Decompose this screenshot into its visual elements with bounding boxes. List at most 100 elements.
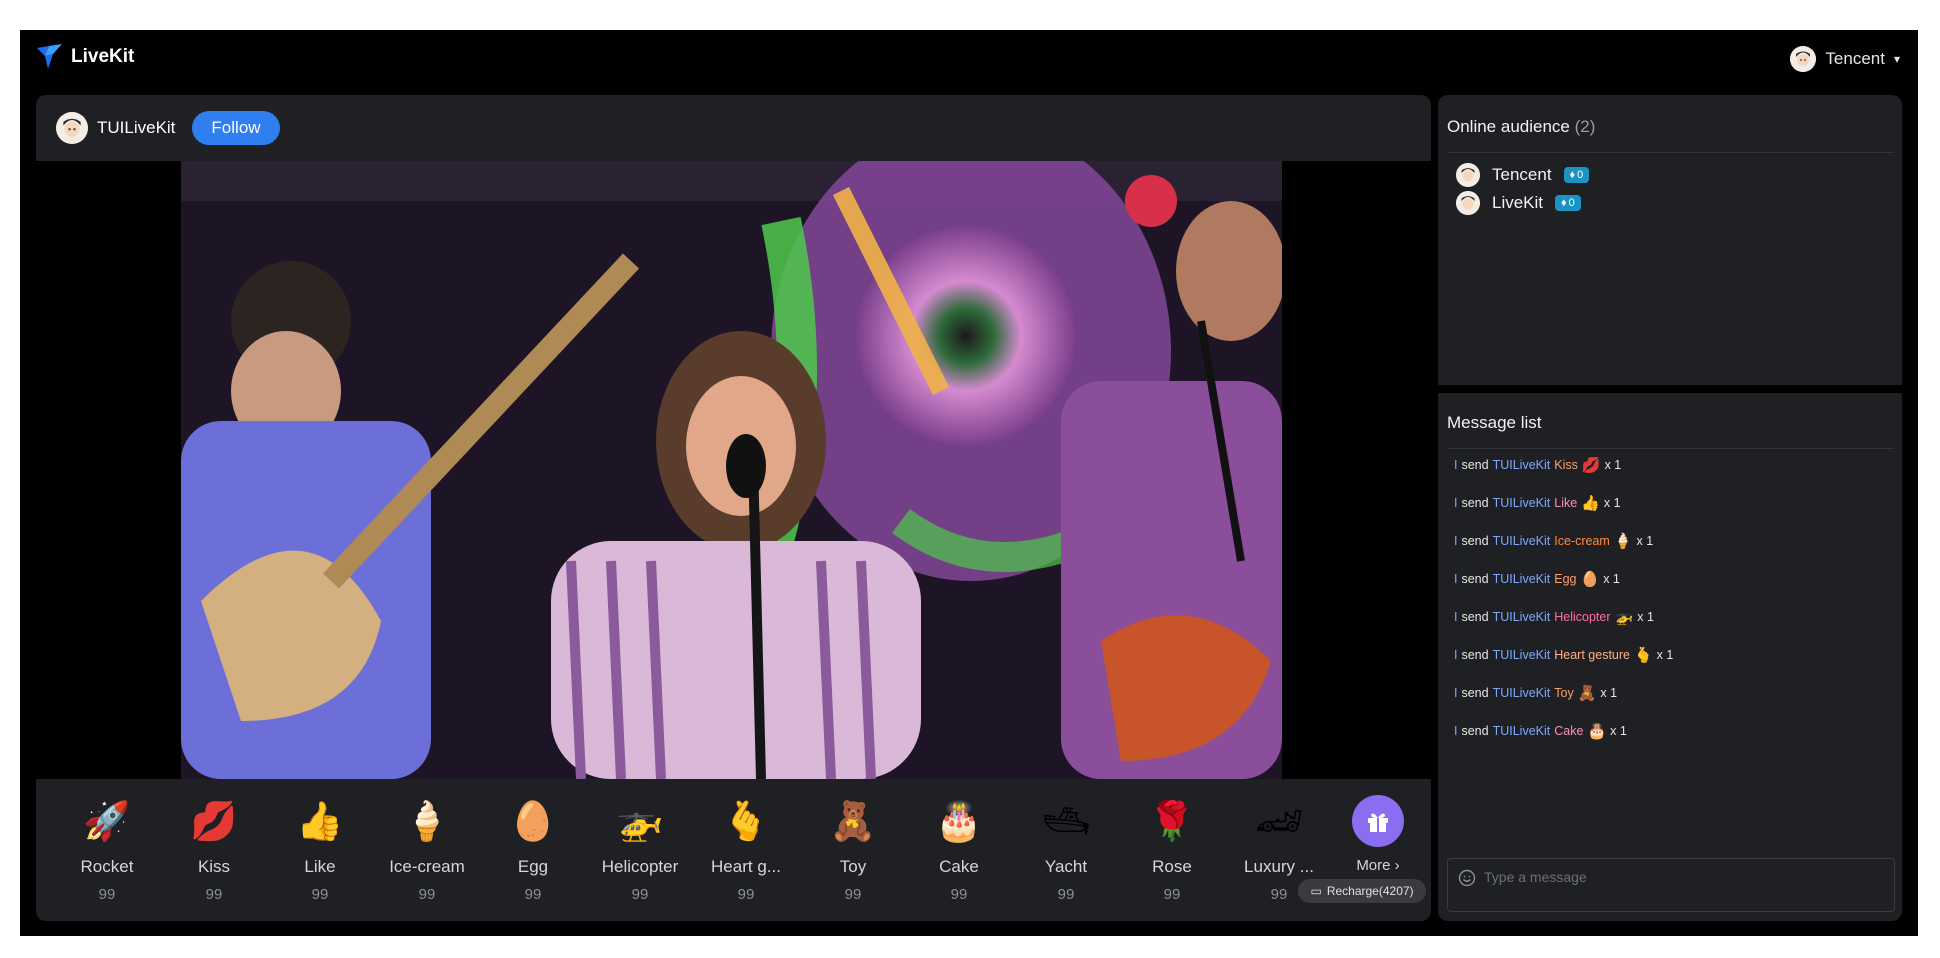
msg-count: x 1 (1603, 572, 1620, 586)
message-item: I send TUILiveKit Kiss 💋 x 1 (1454, 456, 1621, 474)
gift-name: Cake (939, 857, 979, 876)
diamond-icon: ♦ (1569, 169, 1576, 181)
user-name: Tencent (1825, 49, 1885, 68)
audience-count: (2) (1574, 117, 1596, 136)
audience-name: Tencent (1492, 165, 1552, 184)
gift-price: 99 (524, 886, 542, 903)
gift-name: Kiss (197, 857, 231, 876)
audience-title: Online audience (2) (1447, 117, 1595, 137)
gift-item-rose[interactable]: 🌹 Rose 99 (1122, 795, 1222, 903)
msg-recipient: TUILiveKit (1492, 610, 1551, 624)
gift-item-yacht[interactable]: 🛥 Yacht 99 (1016, 795, 1116, 903)
audience-member[interactable]: LiveKit ♦ 0 (1456, 191, 1581, 215)
level-badge: ♦ 0 (1555, 195, 1581, 211)
gift-item-like[interactable]: 👍 Like 99 (270, 795, 370, 903)
online-audience-panel: Online audience (2) Tencent ♦ 0 LiveKit … (1438, 95, 1902, 385)
msg-gift: Like (1554, 496, 1578, 510)
user-menu[interactable]: Tencent ▾ (1790, 46, 1900, 72)
emoji-icon[interactable] (1458, 869, 1476, 887)
gift-item-toy[interactable]: 🧸 Toy 99 (803, 795, 903, 903)
msg-recipient: TUILiveKit (1492, 496, 1551, 510)
gift-item-ice-cream[interactable]: 🍦 Ice-cream 99 (377, 795, 477, 903)
audience-name: LiveKit (1492, 193, 1544, 212)
msg-recipient: TUILiveKit (1492, 724, 1551, 738)
app-logo: LiveKit (35, 44, 134, 70)
gift-name: Rocket (80, 857, 134, 876)
recharge-label: Recharge(4207) (1326, 884, 1414, 898)
msg-gift: Cake (1554, 724, 1584, 738)
msg-count: x 1 (1610, 724, 1627, 738)
helicopter-icon: 🚁 (616, 801, 664, 843)
msg-sender: I (1454, 610, 1458, 624)
message-item: I send TUILiveKit Heart gesture 🫰 x 1 (1454, 646, 1673, 664)
more-text: More (1356, 857, 1391, 874)
level-badge: ♦ 0 (1563, 167, 1590, 183)
message-item: I send TUILiveKit Helicopter 🚁 x 1 (1454, 608, 1654, 626)
audience-member[interactable]: Tencent ♦ 0 (1456, 163, 1590, 187)
livekit-logo-icon (37, 44, 62, 69)
msg-count: x 1 (1637, 610, 1654, 624)
msg-sender: I (1454, 534, 1458, 548)
msg-sender: I (1454, 572, 1458, 586)
top-bar: LiveKit Tencent ▾ (20, 30, 1918, 92)
gift-item-heart-gesture[interactable]: 🫰 Heart g... 99 (696, 795, 796, 903)
gift-name: Heart g... (711, 857, 781, 876)
gift-price: 99 (418, 886, 436, 903)
gift-price: 99 (98, 886, 116, 903)
msg-verb: send (1461, 458, 1489, 472)
msg-recipient: TUILiveKit (1492, 458, 1551, 472)
msg-recipient: TUILiveKit (1492, 686, 1551, 700)
wallet-icon: ▭ (1310, 884, 1322, 898)
user-face-icon (56, 112, 88, 144)
ice-cream-icon: 🍦 (403, 801, 451, 843)
msg-sender: I (1454, 496, 1458, 510)
more-gifts-button[interactable]: More › (1338, 795, 1418, 874)
msg-count: x 1 (1604, 458, 1622, 472)
gift-price: 99 (737, 886, 755, 903)
gift-name: Rose (1152, 857, 1192, 876)
recharge-button[interactable]: ▭ Recharge(4207) (1298, 879, 1426, 903)
ice-cream-icon: 🍦 (1613, 533, 1633, 550)
gift-item-egg[interactable]: 🥚 Egg 99 (483, 795, 583, 903)
toy-bear-icon: 🧸 (829, 801, 877, 843)
message-list-panel: Message list I send TUILiveKit Kiss 💋 x … (1438, 393, 1902, 921)
gift-item-kiss[interactable]: 💋 Kiss 99 (164, 795, 264, 903)
concert-video-frame (181, 161, 1282, 779)
msg-recipient: TUILiveKit (1492, 648, 1551, 662)
gift-price: 99 (1057, 886, 1075, 903)
msg-count: x 1 (1636, 534, 1654, 548)
msg-verb: send (1461, 572, 1489, 586)
gift-price: 99 (1163, 886, 1181, 903)
gift-item-rocket[interactable]: 🚀 Rocket 99 (57, 795, 157, 903)
message-list-title: Message list (1447, 413, 1542, 432)
heart-gesture-icon: 🫰 (722, 801, 770, 843)
msg-verb: send (1461, 724, 1489, 738)
anchor-avatar[interactable] (56, 112, 88, 144)
gift-item-cake[interactable]: 🎂 Cake 99 (909, 795, 1009, 903)
gift-item-helicopter[interactable]: 🚁 Helicopter 99 (590, 795, 690, 903)
gift-price: 99 (844, 886, 862, 903)
avatar (1456, 191, 1480, 215)
msg-gift: Egg (1554, 572, 1577, 586)
audience-title-text: Online audience (1447, 117, 1570, 136)
msg-verb: send (1461, 610, 1489, 624)
live-stage: TUILiveKit Follow 🚀 Rocket 99 💋 Kiss 99 … (36, 95, 1431, 921)
anchor-name: TUILiveKit (97, 118, 176, 137)
message-input[interactable] (1484, 869, 1864, 885)
rocket-icon: 🚀 (83, 801, 131, 843)
avatar (1456, 163, 1480, 187)
level-value: 0 (1577, 169, 1584, 181)
msg-count: x 1 (1656, 648, 1674, 662)
follow-button[interactable]: Follow (192, 111, 280, 145)
more-label: More › (1338, 857, 1418, 874)
message-item: I send TUILiveKit Cake 🎂 x 1 (1454, 722, 1627, 740)
gift-name: Egg (517, 857, 549, 876)
message-input-box[interactable] (1447, 858, 1895, 912)
message-item: I send TUILiveKit Like 👍 x 1 (1454, 494, 1621, 512)
msg-recipient: TUILiveKit (1492, 534, 1551, 548)
live-video[interactable] (181, 161, 1282, 779)
msg-sender: I (1454, 724, 1458, 738)
user-face-icon (1456, 191, 1480, 215)
egg-icon: 🥚 (1580, 571, 1600, 588)
kiss-icon: 💋 (1581, 457, 1601, 474)
